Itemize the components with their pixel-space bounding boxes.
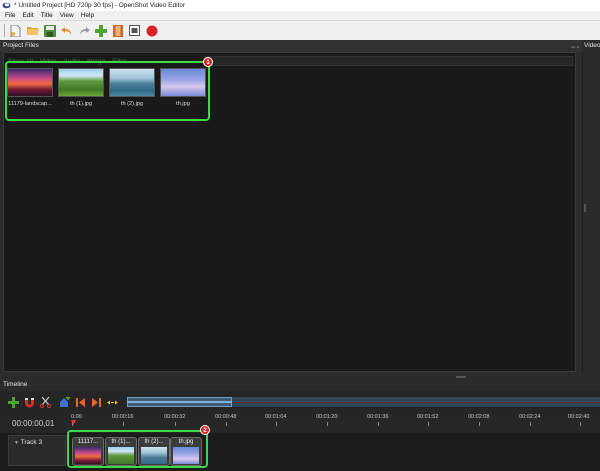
toolbar-grip bbox=[4, 24, 5, 37]
callout-badge-2: 2 bbox=[200, 425, 210, 435]
choose-profile-button[interactable] bbox=[111, 24, 124, 37]
filter-search-input[interactable] bbox=[204, 56, 573, 66]
ruler-label: 00:01:52 bbox=[417, 414, 439, 420]
title-bar: * Untitled Project [HD 720p 30 fps] - Op… bbox=[0, 0, 600, 11]
ruler-tick bbox=[175, 422, 176, 426]
main-toolbar bbox=[0, 21, 600, 40]
video-preview-panel bbox=[582, 52, 600, 374]
ruler-tick bbox=[428, 422, 429, 426]
menu-title[interactable]: Title bbox=[41, 12, 53, 19]
snapping-button[interactable] bbox=[24, 397, 35, 408]
ruler-label: 00:00:32 bbox=[164, 414, 186, 420]
ruler-label: 00:01:36 bbox=[367, 414, 389, 420]
marker-icon bbox=[60, 396, 70, 407]
files-highlight-box bbox=[5, 61, 210, 121]
plus-icon bbox=[8, 396, 19, 408]
import-files-button[interactable] bbox=[94, 24, 107, 37]
new-file-icon bbox=[10, 24, 21, 37]
jump-end-icon bbox=[92, 397, 101, 407]
zoom-track-blue bbox=[127, 401, 232, 403]
add-marker-button[interactable] bbox=[59, 396, 70, 408]
undo-button[interactable] bbox=[60, 24, 73, 37]
project-files-header: Project Files ▫▫ ▫ bbox=[0, 40, 582, 52]
openshot-window: * Untitled Project [HD 720p 30 fps] - Op… bbox=[0, 0, 600, 471]
redo-button[interactable] bbox=[77, 24, 90, 37]
ruler-tick bbox=[580, 422, 581, 426]
menu-file[interactable]: File bbox=[5, 12, 15, 19]
ruler-label: 00:02:24 bbox=[519, 414, 541, 420]
previous-marker-button[interactable] bbox=[75, 397, 86, 408]
ruler-tick bbox=[378, 422, 379, 426]
record-icon bbox=[146, 25, 157, 36]
dock-splitter[interactable] bbox=[456, 376, 466, 378]
panel-resize-handle[interactable] bbox=[584, 204, 586, 212]
redo-icon bbox=[79, 26, 90, 35]
menu-help[interactable]: Help bbox=[81, 12, 94, 19]
menu-view[interactable]: View bbox=[60, 12, 74, 19]
razor-button[interactable] bbox=[40, 396, 51, 408]
ruler-label: 00:00:16 bbox=[112, 414, 134, 420]
fullscreen-button[interactable] bbox=[128, 24, 141, 37]
track-name: Track 3 bbox=[20, 439, 43, 446]
timeline-header: Timeline bbox=[0, 379, 600, 391]
project-files-title: Project Files bbox=[3, 42, 39, 49]
ruler-label: 00:02:08 bbox=[468, 414, 490, 420]
ruler-label: 00:02:40 bbox=[568, 414, 590, 420]
fullscreen-icon bbox=[129, 25, 140, 36]
ruler-label: 0:00 bbox=[71, 414, 82, 420]
open-folder-icon bbox=[26, 27, 39, 35]
magnet-icon bbox=[25, 397, 34, 407]
undo-icon bbox=[60, 26, 71, 35]
ruler-tick bbox=[123, 422, 124, 426]
open-project-button[interactable] bbox=[26, 24, 39, 37]
export-video-button[interactable] bbox=[145, 24, 158, 37]
ruler-tick bbox=[276, 422, 277, 426]
openshot-logo-icon bbox=[2, 2, 11, 9]
window-title: * Untitled Project [HD 720p 30 fps] - Op… bbox=[14, 2, 186, 9]
video-panel-label: Video bbox=[584, 42, 600, 49]
timeline-zoom-slider[interactable] bbox=[127, 397, 600, 407]
menu-bar: File Edit Title View Help bbox=[0, 11, 600, 21]
ruler-label: 00:00:48 bbox=[215, 414, 237, 420]
center-arrows-icon bbox=[107, 400, 118, 404]
center-timeline-button[interactable] bbox=[107, 397, 118, 408]
menu-edit[interactable]: Edit bbox=[22, 12, 33, 19]
ruler-label: 00:01:04 bbox=[265, 414, 287, 420]
ruler-label: 00:01:20 bbox=[316, 414, 338, 420]
jump-start-icon bbox=[76, 397, 85, 407]
track-header[interactable]: ▼ Track 3 bbox=[8, 435, 66, 466]
zoom-track-red bbox=[232, 402, 600, 403]
ruler-tick bbox=[530, 422, 531, 426]
next-marker-button[interactable] bbox=[91, 397, 102, 408]
save-project-button[interactable] bbox=[43, 24, 56, 37]
save-icon bbox=[43, 24, 56, 37]
track-collapse-icon[interactable]: ▼ bbox=[14, 440, 19, 446]
ruler-tick bbox=[327, 422, 328, 426]
plus-icon bbox=[94, 24, 107, 37]
current-timecode: 00:00:00,01 bbox=[12, 419, 55, 428]
ruler-tick bbox=[226, 422, 227, 426]
film-strip-icon bbox=[112, 24, 123, 37]
callout-badge-1: 1 bbox=[203, 57, 213, 67]
new-project-button[interactable] bbox=[9, 24, 22, 37]
ruler-tick bbox=[479, 422, 480, 426]
scissors-icon bbox=[40, 396, 51, 408]
add-track-button[interactable] bbox=[8, 396, 19, 408]
timeline-highlight-box bbox=[67, 430, 208, 468]
